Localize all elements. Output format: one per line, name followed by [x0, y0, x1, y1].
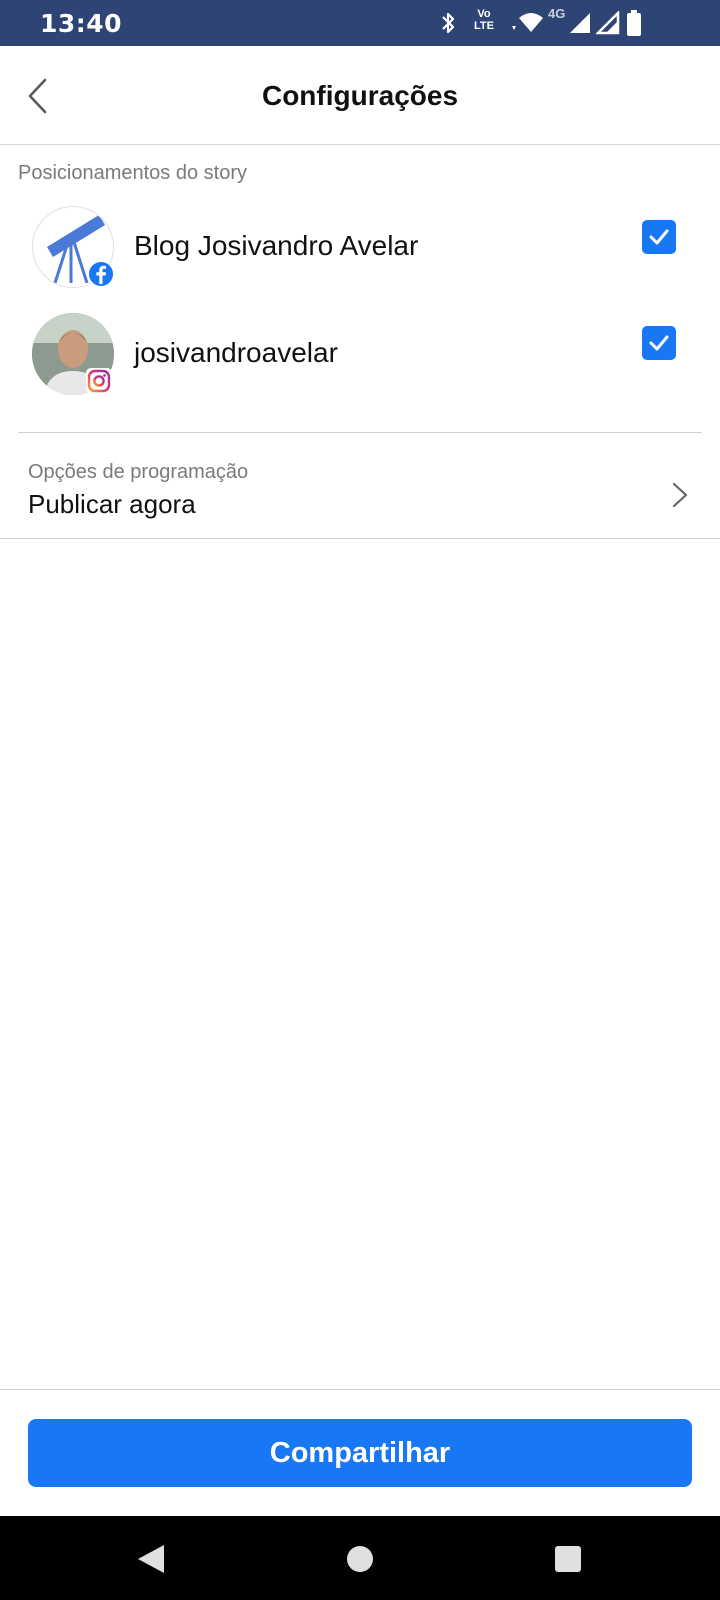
divider [0, 538, 720, 539]
bluetooth-icon [442, 12, 455, 34]
scheduling-options-label: Opções de programação [28, 461, 249, 483]
nav-home-icon[interactable] [346, 1545, 374, 1573]
header: Configurações [0, 46, 720, 145]
account-checkbox[interactable] [642, 326, 676, 360]
battery-icon [627, 10, 641, 36]
volte-icon: Vo LTE [470, 8, 498, 32]
story-placements-label: Posicionamentos do story [18, 162, 248, 184]
scheduling-options-value: Publicar agora [28, 489, 196, 519]
footer-divider [0, 1389, 720, 1390]
divider [18, 432, 702, 433]
chevron-right-icon [672, 482, 688, 508]
account-name: Blog Josivandro Avelar [134, 230, 419, 261]
nav-back-icon[interactable] [136, 1543, 166, 1575]
scheduling-options-row[interactable]: Opções de programação Publicar agora [0, 445, 720, 538]
instagram-icon [86, 368, 112, 394]
signal-icon [596, 11, 620, 35]
volte-top-text: Vo [477, 8, 491, 20]
account-row-facebook[interactable]: Blog Josivandro Avelar [0, 206, 720, 306]
account-checkbox[interactable] [642, 220, 676, 254]
wifi-icon [512, 13, 543, 32]
status-icons: Vo LTE 4G [440, 6, 670, 38]
checkmark-icon [649, 335, 669, 351]
volte-bottom-text: LTE [474, 20, 494, 32]
status-bar: 13:40 Vo LTE 4G [0, 0, 720, 46]
checkmark-icon [649, 229, 669, 245]
nav-recents-icon[interactable] [554, 1545, 582, 1573]
network-type-label: 4G [548, 6, 566, 21]
signal-icon [570, 13, 590, 33]
navigation-bar [0, 1516, 720, 1600]
status-time: 13:40 [40, 9, 123, 38]
page-title: Configurações [261, 80, 459, 111]
facebook-icon [87, 260, 115, 288]
account-row-instagram[interactable]: josivandroavelar [0, 313, 720, 413]
share-button[interactable]: Compartilhar [28, 1419, 692, 1487]
account-name: josivandroavelar [134, 337, 338, 368]
